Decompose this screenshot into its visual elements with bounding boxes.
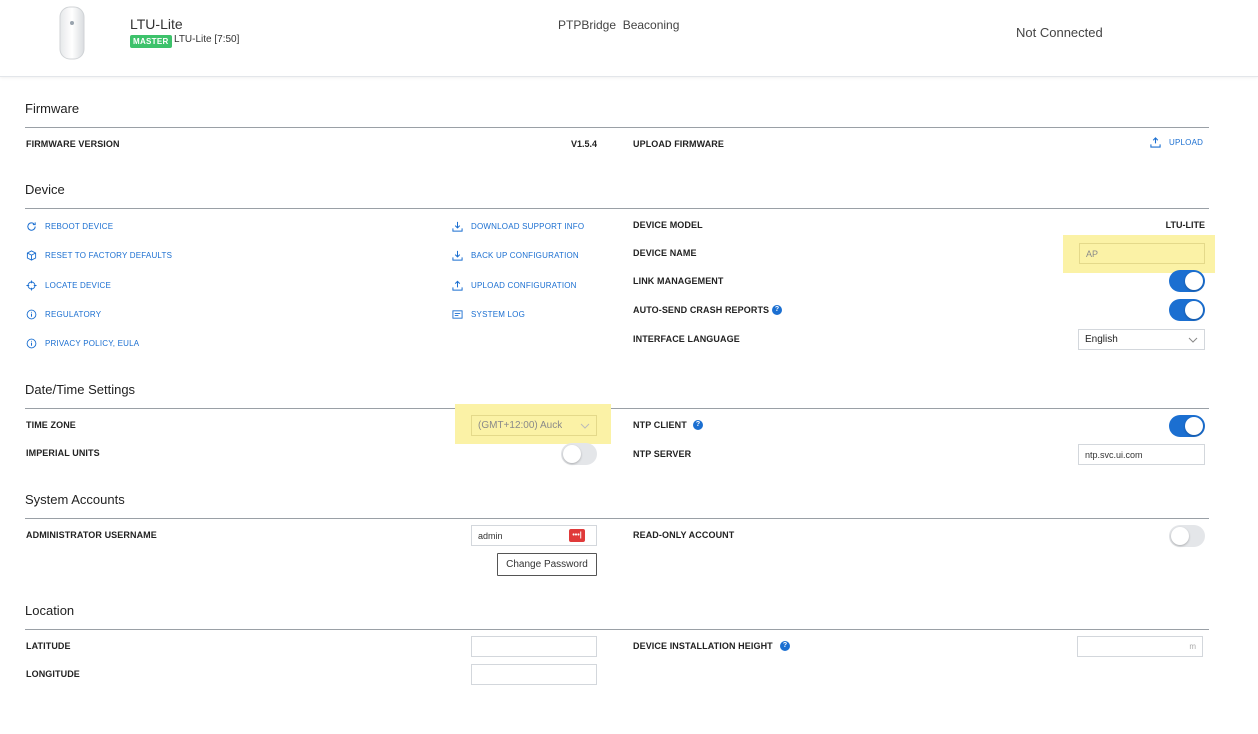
help-icon[interactable]: ? <box>772 305 782 315</box>
installation-height-input[interactable]: m <box>1077 636 1203 657</box>
datetime-divider <box>25 408 1209 409</box>
crosshair-icon <box>26 280 37 291</box>
upload-config-link[interactable]: UPLOAD CONFIGURATION <box>452 280 577 291</box>
download-support-link[interactable]: DOWNLOAD SUPPORT INFO <box>452 221 584 232</box>
device-name-input[interactable]: AP <box>1079 243 1205 264</box>
installation-height-label: DEVICE INSTALLATION HEIGHT <box>633 641 773 651</box>
time-zone-select[interactable]: (GMT+12:00) Auck <box>471 415 597 436</box>
ntp-client-toggle[interactable] <box>1169 415 1205 437</box>
log-icon <box>452 310 463 319</box>
box-icon <box>26 250 37 261</box>
interface-language-label: INTERFACE LANGUAGE <box>633 334 740 344</box>
reboot-device-link[interactable]: REBOOT DEVICE <box>26 221 113 232</box>
connection-status: Not Connected <box>1016 25 1103 40</box>
link-management-label: LINK MANAGEMENT <box>633 276 724 286</box>
device-divider <box>25 208 1209 209</box>
wireless-mode: PTPBridge Beaconing <box>558 18 680 32</box>
read-only-account-label: READ-ONLY ACCOUNT <box>633 530 735 540</box>
toggle-knob <box>1185 417 1203 435</box>
auto-send-crash-label: AUTO-SEND CRASH REPORTS <box>633 305 770 315</box>
device-model-value: LTU-LITE <box>1165 220 1205 230</box>
toggle-knob <box>1185 272 1203 290</box>
system-log-label: SYSTEM LOG <box>471 310 526 319</box>
ntp-server-input[interactable]: ntp.svc.ui.com <box>1078 444 1205 465</box>
location-section-title: Location <box>25 603 75 618</box>
firmware-version-label: FIRMWARE VERSION <box>26 139 120 149</box>
master-badge: MASTER <box>130 35 172 48</box>
accounts-section-title: System Accounts <box>25 492 125 507</box>
device-subtitle: LTU-Lite [7:50] <box>174 34 240 45</box>
device-model-label: DEVICE MODEL <box>633 220 703 230</box>
read-only-account-toggle[interactable] <box>1169 525 1205 547</box>
privacy-policy-link[interactable]: PRIVACY POLICY, EULA <box>26 338 139 349</box>
reboot-device-label: REBOOT DEVICE <box>45 222 114 231</box>
latitude-label: LATITUDE <box>26 641 71 651</box>
regulatory-label: REGULATORY <box>45 310 102 319</box>
reset-factory-label: RESET TO FACTORY DEFAULTS <box>45 251 173 260</box>
locate-device-link[interactable]: LOCATE DEVICE <box>26 280 111 291</box>
longitude-input[interactable] <box>471 664 597 685</box>
info-icon <box>26 338 37 349</box>
upload-icon <box>452 280 463 291</box>
device-title: LTU-Lite <box>130 16 183 32</box>
privacy-policy-label: PRIVACY POLICY, EULA <box>45 339 140 348</box>
firmware-version-value: V1.5.4 <box>570 139 597 149</box>
time-zone-label: TIME ZONE <box>26 420 76 430</box>
upload-firmware-label: UPLOAD FIRMWARE <box>633 139 724 149</box>
link-management-toggle[interactable] <box>1169 270 1205 292</box>
ntp-client-label: NTP CLIENT <box>633 420 687 430</box>
firmware-section-title: Firmware <box>25 101 80 116</box>
toggle-knob <box>563 445 581 463</box>
system-log-link[interactable]: SYSTEM LOG <box>452 309 525 320</box>
device-section-title: Device <box>25 182 65 197</box>
upload-link-label: UPLOAD <box>1169 138 1204 147</box>
chevron-down-icon <box>1188 337 1198 343</box>
toggle-knob <box>1171 527 1189 545</box>
download-icon <box>452 250 463 261</box>
upload-config-label: UPLOAD CONFIGURATION <box>471 281 577 290</box>
datetime-section-title: Date/Time Settings <box>25 382 136 397</box>
location-divider <box>25 629 1209 630</box>
help-icon[interactable]: ? <box>693 420 703 430</box>
latitude-input[interactable] <box>471 636 597 657</box>
longitude-label: LONGITUDE <box>26 669 80 679</box>
device-image-icon <box>59 6 85 60</box>
download-support-label: DOWNLOAD SUPPORT INFO <box>471 222 585 231</box>
device-name-label: DEVICE NAME <box>633 248 697 258</box>
upload-tray-icon <box>1150 137 1161 148</box>
backup-config-label: BACK UP CONFIGURATION <box>471 251 579 260</box>
imperial-units-toggle[interactable] <box>561 443 597 465</box>
toggle-knob <box>1185 301 1203 319</box>
accounts-divider <box>25 518 1209 519</box>
regulatory-link[interactable]: REGULATORY <box>26 309 101 320</box>
interface-language-value: English <box>1085 334 1118 345</box>
reset-factory-link[interactable]: RESET TO FACTORY DEFAULTS <box>26 250 172 261</box>
auto-send-crash-toggle[interactable] <box>1169 299 1205 321</box>
height-unit-label: m <box>1189 642 1196 651</box>
change-password-button[interactable]: Change Password <box>497 553 597 576</box>
download-icon <box>452 221 463 232</box>
upload-firmware-link[interactable]: UPLOAD <box>1150 137 1203 148</box>
ntp-server-label: NTP SERVER <box>633 449 692 459</box>
firmware-divider <box>25 127 1209 128</box>
locate-device-label: LOCATE DEVICE <box>45 281 112 290</box>
refresh-icon <box>27 222 36 231</box>
backup-config-link[interactable]: BACK UP CONFIGURATION <box>452 250 579 261</box>
time-zone-value: (GMT+12:00) Auck <box>478 420 563 431</box>
chevron-down-icon <box>580 423 590 429</box>
imperial-units-label: IMPERIAL UNITS <box>26 448 100 458</box>
top-header: LTU-Lite MASTER LTU-Lite [7:50] PTPBridg… <box>0 0 1258 77</box>
info-icon <box>26 309 37 320</box>
password-manager-icon[interactable]: •••| <box>569 529 585 542</box>
admin-username-label: ADMINISTRATOR USERNAME <box>26 530 157 540</box>
help-icon[interactable]: ? <box>780 641 790 651</box>
interface-language-select[interactable]: English <box>1078 329 1205 350</box>
